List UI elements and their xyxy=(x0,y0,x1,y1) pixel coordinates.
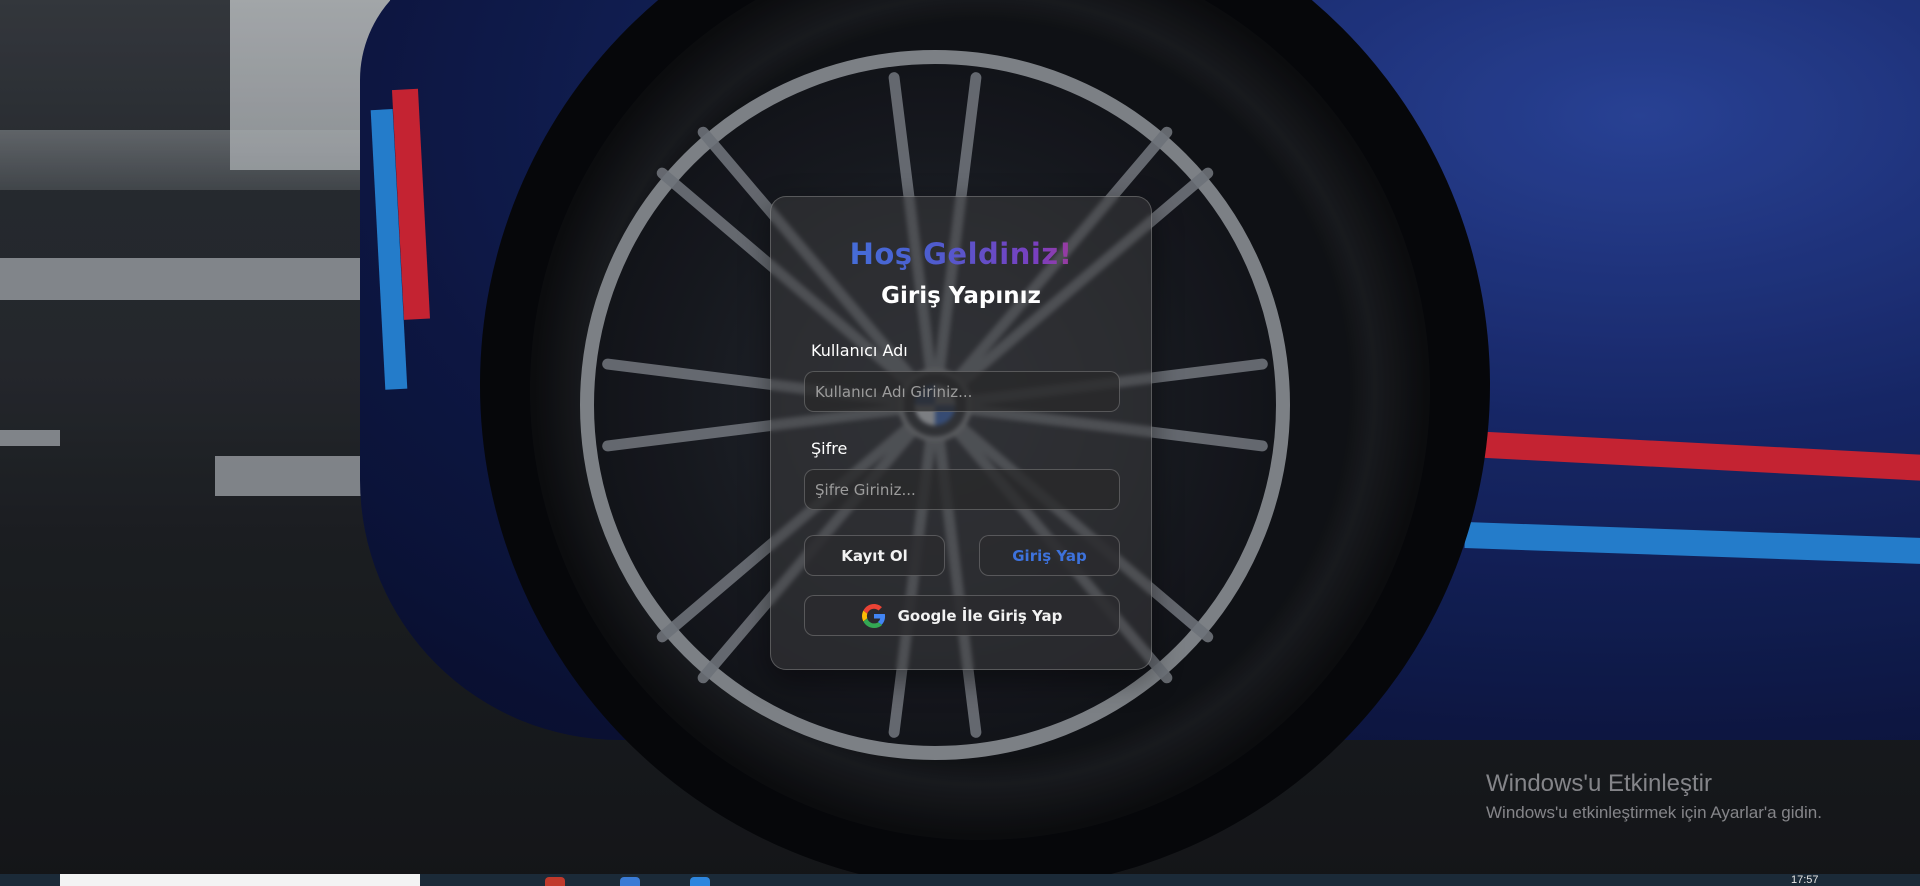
login-button-label: Giriş Yap xyxy=(1012,546,1087,565)
password-input[interactable] xyxy=(804,469,1120,510)
username-input[interactable] xyxy=(804,371,1120,412)
taskbar-app-icon[interactable] xyxy=(545,877,565,886)
login-card: Hoş Geldiniz! Giriş Yapınız Kullanıcı Ad… xyxy=(770,196,1152,670)
username-label: Kullanıcı Adı xyxy=(811,341,908,360)
password-label: Şifre xyxy=(811,439,848,458)
taskbar-clock[interactable]: 17:57 xyxy=(1791,874,1819,886)
activation-watermark-title: Windows'u Etkinleştir xyxy=(1486,770,1712,797)
welcome-title: Hoş Geldiniz! xyxy=(771,237,1151,271)
login-button[interactable]: Giriş Yap xyxy=(979,535,1120,576)
register-button[interactable]: Kayıt Ol xyxy=(804,535,945,576)
google-g-icon xyxy=(861,603,886,628)
register-button-label: Kayıt Ol xyxy=(841,546,908,565)
login-subtitle: Giriş Yapınız xyxy=(881,283,1041,309)
activation-watermark-subtitle: Windows'u etkinleştirmek için Ayarlar'a … xyxy=(1486,803,1822,822)
taskbar-search-box[interactable] xyxy=(60,874,420,886)
google-login-button[interactable]: Google İle Giriş Yap xyxy=(804,595,1120,636)
taskbar-app-icon[interactable] xyxy=(620,877,640,886)
google-login-label: Google İle Giriş Yap xyxy=(897,606,1063,625)
taskbar-app-icon[interactable] xyxy=(690,877,710,886)
